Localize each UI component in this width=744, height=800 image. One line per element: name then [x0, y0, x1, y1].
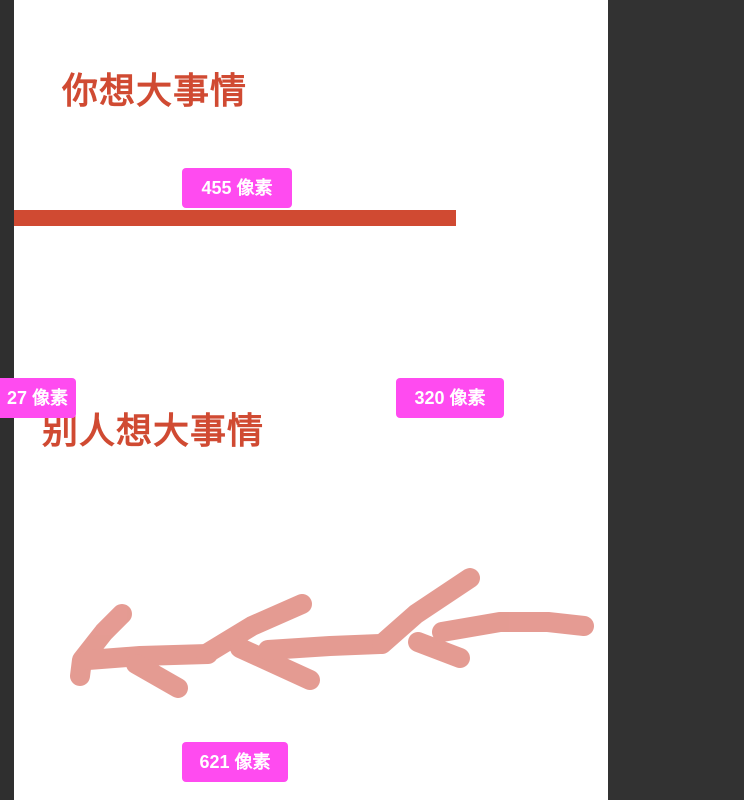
right-panel [608, 0, 744, 800]
design-canvas[interactable] [14, 0, 608, 800]
headline-top: 你想大事情 [62, 71, 248, 112]
red-divider-bar [14, 210, 456, 226]
measure-badge-right-offset: 320 像素 [396, 378, 504, 418]
measure-badge-bottom-width: 621 像素 [182, 742, 288, 782]
headline-bottom: 别人想大事情 [42, 411, 265, 452]
measure-badge-left-offset: 27 像素 [0, 378, 76, 418]
measure-badge-bar-width: 455 像素 [182, 168, 292, 208]
